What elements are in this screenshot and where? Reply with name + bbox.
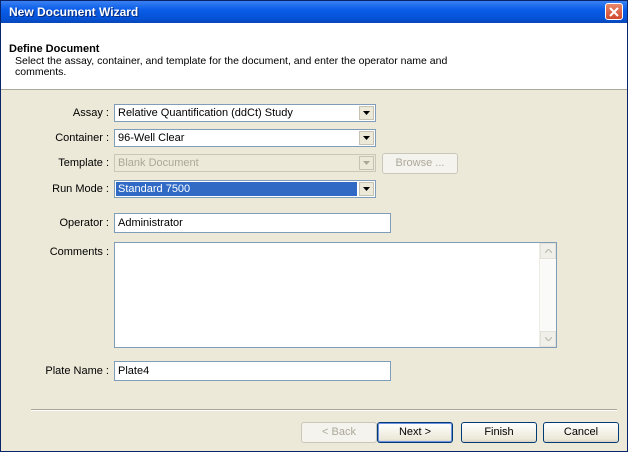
plate-name-label: Plate Name : — [45, 365, 109, 377]
comments-label: Comments : — [49, 246, 109, 258]
window-title: New Document Wizard — [9, 5, 139, 19]
run-mode-value: Standard 7500 — [115, 181, 358, 197]
plate-name-input[interactable] — [114, 361, 391, 381]
template-select: Blank Document — [114, 154, 376, 172]
run-mode-dropdown-button[interactable] — [359, 182, 374, 196]
template-label: Template : — [58, 157, 109, 169]
footer-divider — [31, 409, 617, 411]
container-dropdown-button[interactable] — [359, 131, 374, 145]
close-button[interactable] — [605, 3, 623, 20]
chevron-down-icon — [363, 136, 370, 140]
operator-input[interactable] — [114, 213, 391, 233]
scroll-up-button[interactable] — [540, 243, 556, 259]
assay-select[interactable]: Relative Quantification (ddCt) Study — [114, 104, 376, 122]
run-mode-select[interactable]: Standard 7500 — [114, 180, 376, 198]
chevron-down-icon — [363, 111, 370, 115]
cancel-button[interactable]: Cancel — [543, 422, 619, 443]
scroll-down-button[interactable] — [540, 331, 556, 347]
comments-textarea[interactable] — [114, 242, 557, 348]
browse-button: Browse ... — [382, 153, 458, 174]
back-button: < Back — [301, 422, 377, 443]
container-label: Container : — [55, 132, 109, 144]
assay-label: Assay : — [72, 107, 109, 119]
page-description: Select the assay, container, and templat… — [15, 55, 448, 78]
close-icon — [609, 7, 619, 17]
chevron-down-icon — [363, 187, 370, 191]
template-dropdown-button — [359, 156, 374, 170]
operator-label: Operator : — [59, 217, 109, 229]
wizard-window: New Document Wizard Define Document Sele… — [0, 0, 628, 452]
container-select[interactable]: 96-Well Clear — [114, 129, 376, 147]
chevron-down-icon — [545, 337, 552, 341]
container-value: 96-Well Clear — [118, 132, 185, 144]
assay-value: Relative Quantification (ddCt) Study — [118, 107, 293, 119]
chevron-up-icon — [545, 249, 552, 253]
wizard-header: Define Document Select the assay, contai… — [1, 23, 627, 90]
next-button[interactable]: Next > — [377, 422, 453, 443]
template-value: Blank Document — [118, 157, 199, 169]
finish-button[interactable]: Finish — [461, 422, 537, 443]
run-mode-label: Run Mode : — [52, 183, 109, 195]
title-bar[interactable]: New Document Wizard — [1, 1, 627, 23]
assay-dropdown-button[interactable] — [359, 106, 374, 120]
comments-scrollbar[interactable] — [539, 243, 556, 347]
chevron-down-icon — [363, 161, 370, 165]
page-title: Define Document — [9, 43, 100, 55]
